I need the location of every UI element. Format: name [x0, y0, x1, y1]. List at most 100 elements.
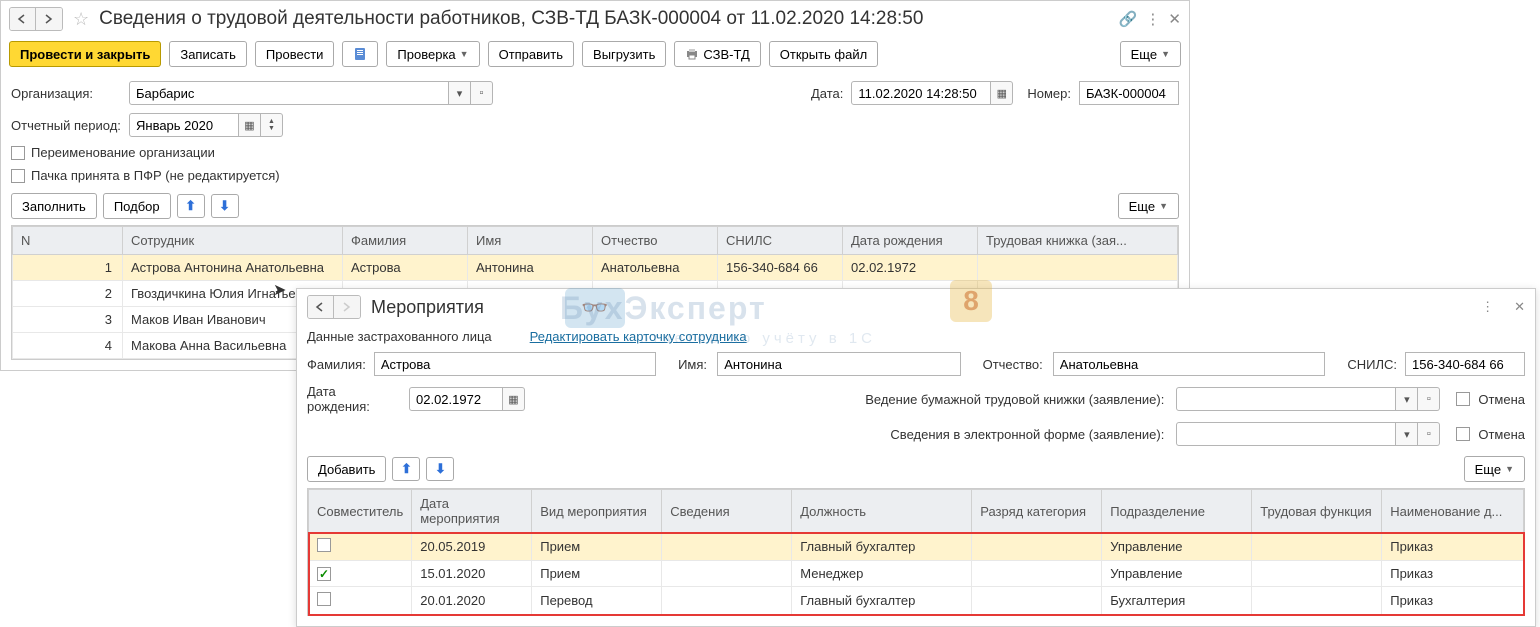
add-button[interactable]: Добавить: [307, 456, 386, 482]
col-mname[interactable]: Отчество: [593, 227, 718, 255]
date-input[interactable]: [851, 81, 991, 105]
col-n[interactable]: N: [13, 227, 123, 255]
date-label: Дата:: [811, 86, 843, 101]
events-table: Совместитель Дата мероприятия Вид меропр…: [308, 489, 1524, 615]
cell-cat: [972, 533, 1102, 561]
check-button[interactable]: Проверка▼: [386, 41, 479, 67]
col-fname[interactable]: Имя: [468, 227, 593, 255]
cell-n: 1: [13, 255, 123, 281]
close-icon[interactable]: ✕: [1168, 10, 1181, 28]
ecol-info[interactable]: Сведения: [662, 490, 792, 533]
table-more-button[interactable]: Еще▼: [1118, 193, 1179, 219]
back-button[interactable]: [10, 8, 36, 30]
dropdown-icon[interactable]: ▾: [1396, 422, 1418, 446]
comb-checkbox[interactable]: [317, 567, 331, 581]
szvtd-button[interactable]: СЗВ-ТД: [674, 41, 760, 67]
post-close-button[interactable]: Провести и закрыть: [9, 41, 161, 67]
cell-date: 20.05.2019: [412, 533, 532, 561]
arrow-down-icon: ⬇: [219, 198, 230, 214]
number-input[interactable]: [1079, 81, 1179, 105]
period-input[interactable]: [129, 113, 239, 137]
open-file-button[interactable]: Открыть файл: [769, 41, 878, 67]
ecol-cat[interactable]: Разряд категория: [972, 490, 1102, 533]
dropdown-icon[interactable]: ▾: [1396, 387, 1418, 411]
check-label: Проверка: [397, 47, 455, 62]
cell-job: Менеджер: [792, 561, 972, 587]
col-lname[interactable]: Фамилия: [343, 227, 468, 255]
send-button[interactable]: Отправить: [488, 41, 574, 67]
edit-card-link[interactable]: Редактировать карточку сотрудника: [530, 329, 747, 344]
cell-doc: Приказ: [1382, 587, 1524, 615]
dropdown-icon[interactable]: ▾: [449, 81, 471, 105]
col-emp[interactable]: Сотрудник: [123, 227, 343, 255]
sub-kebab-icon[interactable]: ⋮: [1481, 299, 1494, 315]
arrow-up-icon: ⬆: [401, 461, 412, 477]
sub-birth-input[interactable]: [409, 387, 503, 411]
ecol-doc[interactable]: Наименование д...: [1382, 490, 1524, 533]
ecol-job[interactable]: Должность: [792, 490, 972, 533]
cell-cat: [972, 587, 1102, 615]
open-icon[interactable]: ▫: [1418, 387, 1440, 411]
move-up-button[interactable]: ⬆: [177, 194, 205, 218]
calendar-icon[interactable]: ▦: [503, 387, 525, 411]
col-snils[interactable]: СНИЛС: [718, 227, 843, 255]
sub-back-button[interactable]: [308, 296, 334, 318]
spinner-icon[interactable]: ▲▼: [261, 113, 283, 137]
events-toolbar: Добавить ⬆ ⬇ Еще▼: [297, 450, 1535, 488]
table-row[interactable]: 1 Астрова Антонина Анатольевна Астрова А…: [13, 255, 1178, 281]
comb-checkbox[interactable]: [317, 538, 331, 552]
fill-button[interactable]: Заполнить: [11, 193, 97, 219]
events-more-button[interactable]: Еще▼: [1464, 456, 1525, 482]
sub-lname-input[interactable]: [374, 352, 656, 376]
ecol-comb[interactable]: Совместитель: [309, 490, 412, 533]
org-input[interactable]: [129, 81, 449, 105]
report-icon-button[interactable]: [342, 41, 378, 67]
favorite-icon[interactable]: ☆: [69, 9, 93, 30]
paper-wb-cancel-checkbox[interactable]: [1456, 392, 1470, 406]
document-icon: [353, 47, 367, 61]
sub-mname-label: Отчество:: [983, 357, 1045, 372]
more-button[interactable]: Еще▼: [1120, 41, 1181, 67]
calendar-icon[interactable]: ▦: [991, 81, 1013, 105]
open-icon[interactable]: ▫: [1418, 422, 1440, 446]
post-button[interactable]: Провести: [255, 41, 335, 67]
ecol-func[interactable]: Трудовая функция: [1252, 490, 1382, 533]
save-button[interactable]: Записать: [169, 41, 247, 67]
col-birth[interactable]: Дата рождения: [843, 227, 978, 255]
cell-comb[interactable]: [309, 587, 412, 615]
electronic-input[interactable]: [1176, 422, 1396, 446]
sub-forward-button[interactable]: [334, 296, 360, 318]
electronic-cancel-checkbox[interactable]: [1456, 427, 1470, 441]
forward-button[interactable]: [36, 8, 62, 30]
sub-fname-input[interactable]: [717, 352, 960, 376]
cell-job: Главный бухгалтер: [792, 587, 972, 615]
calendar-icon[interactable]: ▦: [239, 113, 261, 137]
events-move-down[interactable]: ⬇: [426, 457, 454, 481]
main-toolbar: Провести и закрыть Записать Провести Про…: [1, 37, 1189, 77]
ecol-date[interactable]: Дата мероприятия: [412, 490, 532, 533]
cell-comb[interactable]: [309, 561, 412, 587]
open-icon[interactable]: ▫: [471, 81, 493, 105]
table-row[interactable]: 20.01.2020 Перевод Главный бухгалтер Бух…: [309, 587, 1524, 615]
pick-button[interactable]: Подбор: [103, 193, 171, 219]
table-row[interactable]: 15.01.2020 Прием Менеджер Управление При…: [309, 561, 1524, 587]
ecol-dept[interactable]: Подразделение: [1102, 490, 1252, 533]
col-wb[interactable]: Трудовая книжка (зая...: [978, 227, 1178, 255]
kebab-icon[interactable]: ⋮: [1145, 10, 1160, 28]
watermark-logo: 👓: [565, 288, 625, 328]
link-icon[interactable]: 🔗: [1119, 10, 1138, 28]
table-row[interactable]: 20.05.2019 Прием Главный бухгалтер Управ…: [309, 533, 1524, 561]
unload-button[interactable]: Выгрузить: [582, 41, 666, 67]
rename-org-checkbox[interactable]: [11, 146, 25, 160]
sub-close-icon[interactable]: ✕: [1514, 299, 1525, 315]
sub-snils-input[interactable]: [1405, 352, 1525, 376]
ecol-kind[interactable]: Вид мероприятия: [532, 490, 662, 533]
events-move-up[interactable]: ⬆: [392, 457, 420, 481]
arrow-right-icon: [43, 14, 55, 24]
cell-comb[interactable]: [309, 533, 412, 561]
move-down-button[interactable]: ⬇: [211, 194, 239, 218]
accepted-pfr-checkbox[interactable]: [11, 169, 25, 183]
comb-checkbox[interactable]: [317, 592, 331, 606]
paper-wb-input[interactable]: [1176, 387, 1396, 411]
sub-mname-input[interactable]: [1053, 352, 1326, 376]
